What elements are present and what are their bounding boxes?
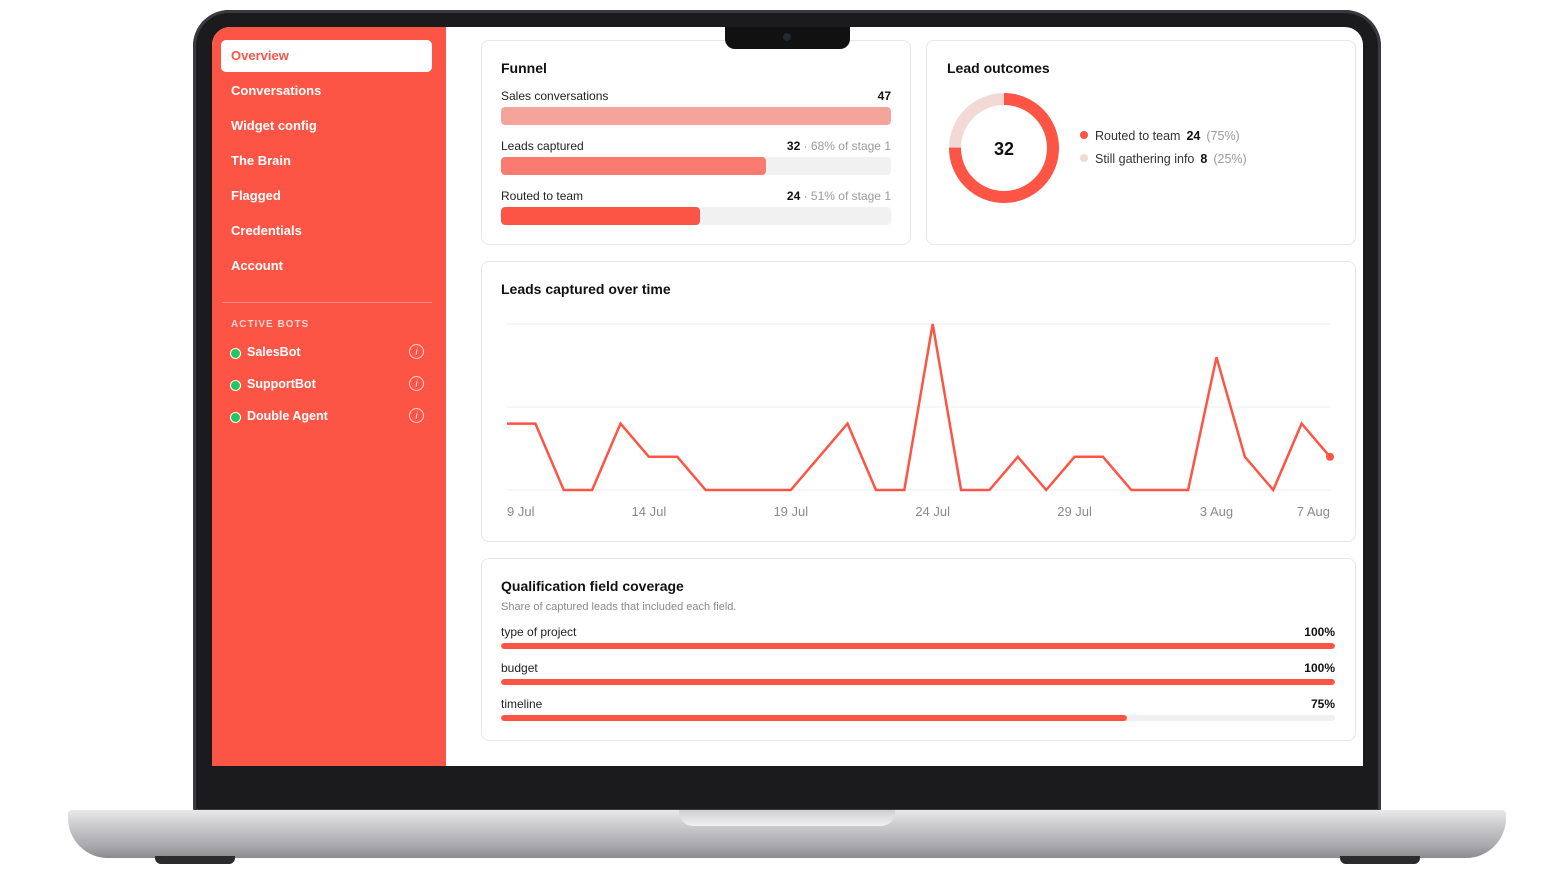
legend-dot-icon — [1080, 131, 1088, 139]
camera-icon — [783, 33, 791, 41]
funnel-stage-track — [501, 107, 891, 125]
funnel-stage-label: Leads captured — [501, 139, 584, 153]
coverage-field-value: 75% — [1310, 697, 1335, 711]
bot-name: SupportBot — [247, 377, 316, 391]
status-dot-icon — [230, 348, 241, 359]
bot-item-supportbot[interactable]: SupportBot i — [230, 375, 424, 395]
coverage-field-track — [501, 679, 1335, 685]
x-tick-label: 7 Aug — [1297, 504, 1330, 519]
camera-notch — [725, 27, 850, 49]
lead-outcomes-card: Lead outcomes 32 Routed to team 24 (75%) S… — [926, 40, 1356, 245]
bot-name: Double Agent — [247, 409, 328, 423]
coverage-field-track — [501, 715, 1335, 721]
coverage-field-label: budget — [501, 661, 538, 675]
coverage-field-bar — [501, 679, 1335, 685]
x-tick-label: 29 Jul — [1057, 504, 1092, 519]
funnel-stage-label: Routed to team — [501, 189, 584, 203]
legend-dot-icon — [1080, 154, 1088, 162]
funnel-stage-track — [501, 207, 891, 225]
funnel-card: Funnel Sales conversations 47 Leads capt… — [481, 40, 911, 245]
funnel-stage-label: Sales conversations — [501, 89, 609, 103]
funnel-stage-track — [501, 157, 891, 175]
sidebar-item-widget-config[interactable]: Widget config — [221, 110, 432, 142]
x-tick-label: 9 Jul — [507, 504, 535, 519]
coverage-field-value: 100% — [1304, 625, 1335, 639]
funnel-stage-bar — [501, 107, 891, 125]
coverage-field-label: type of project — [501, 625, 577, 639]
status-dot-icon — [230, 380, 241, 391]
data-point — [1326, 452, 1334, 461]
x-tick-label: 14 Jul — [632, 504, 667, 519]
info-icon[interactable]: i — [409, 408, 424, 423]
coverage-field-bar — [501, 643, 1335, 649]
sidebar-item-flagged[interactable]: Flagged — [221, 180, 432, 212]
active-bots-heading: ACTIVE BOTS — [231, 319, 310, 330]
donut-total: 32 — [994, 139, 1014, 159]
coverage-field-bar — [501, 715, 1127, 721]
sidebar-item-conversations[interactable]: Conversations — [221, 75, 432, 107]
bot-name: SalesBot — [247, 345, 301, 359]
x-tick-label: 19 Jul — [773, 504, 808, 519]
sidebar-item-the-brain[interactable]: The Brain — [221, 145, 432, 177]
sidebar-divider — [222, 302, 432, 303]
coverage-field-track — [501, 643, 1335, 649]
coverage-field-label: timeline — [501, 697, 543, 711]
x-tick-label: 3 Aug — [1200, 504, 1233, 519]
laptop-opening-notch — [679, 810, 895, 826]
sidebar: Overview Conversations Widget config The… — [212, 27, 446, 766]
info-icon[interactable]: i — [409, 376, 424, 391]
lead-outcomes-donut: 32 — [949, 93, 1059, 203]
legend-routed: Routed to team 24 (75%) — [1080, 129, 1240, 143]
legend-gathering: Still gathering info 8 (25%) — [1080, 152, 1247, 166]
bot-item-salesbot[interactable]: SalesBot i — [230, 343, 424, 363]
bot-item-double-agent[interactable]: Double Agent i — [230, 407, 424, 427]
info-icon[interactable]: i — [409, 344, 424, 359]
screen: Overview Conversations Widget config The… — [212, 27, 1363, 766]
funnel-title: Funnel — [501, 60, 547, 76]
lead-outcomes-title: Lead outcomes — [947, 60, 1050, 76]
sidebar-item-credentials[interactable]: Credentials — [221, 215, 432, 247]
x-tick-label: 24 Jul — [915, 504, 950, 519]
coverage-title: Qualification field coverage — [501, 578, 684, 594]
status-dot-icon — [230, 412, 241, 423]
coverage-card: Qualification field coverage Share of ca… — [481, 558, 1356, 741]
funnel-stage-bar — [501, 157, 767, 175]
funnel-stage-value: 24 · 51% of stage 1 — [786, 189, 891, 203]
sidebar-item-overview[interactable]: Overview — [221, 40, 432, 72]
leads-over-time-card: Leads captured over time 9 Jul 14 Jul 19 J… — [481, 261, 1356, 542]
coverage-field-value: 100% — [1304, 661, 1335, 675]
laptop-foot-right — [1340, 856, 1420, 864]
coverage-subtitle: Share of captured leads that included ea… — [501, 601, 737, 613]
funnel-stage-value: 32 · 68% of stage 1 — [786, 139, 891, 153]
funnel-stage-value: 47 — [877, 89, 891, 103]
funnel-stage-bar — [501, 207, 700, 225]
sidebar-item-account[interactable]: Account — [221, 250, 432, 282]
laptop-foot-left — [155, 856, 235, 864]
leads-line-chart: 9 Jul 14 Jul 19 Jul 24 Jul 29 Jul 3 Aug 7 Aug — [507, 323, 1334, 519]
